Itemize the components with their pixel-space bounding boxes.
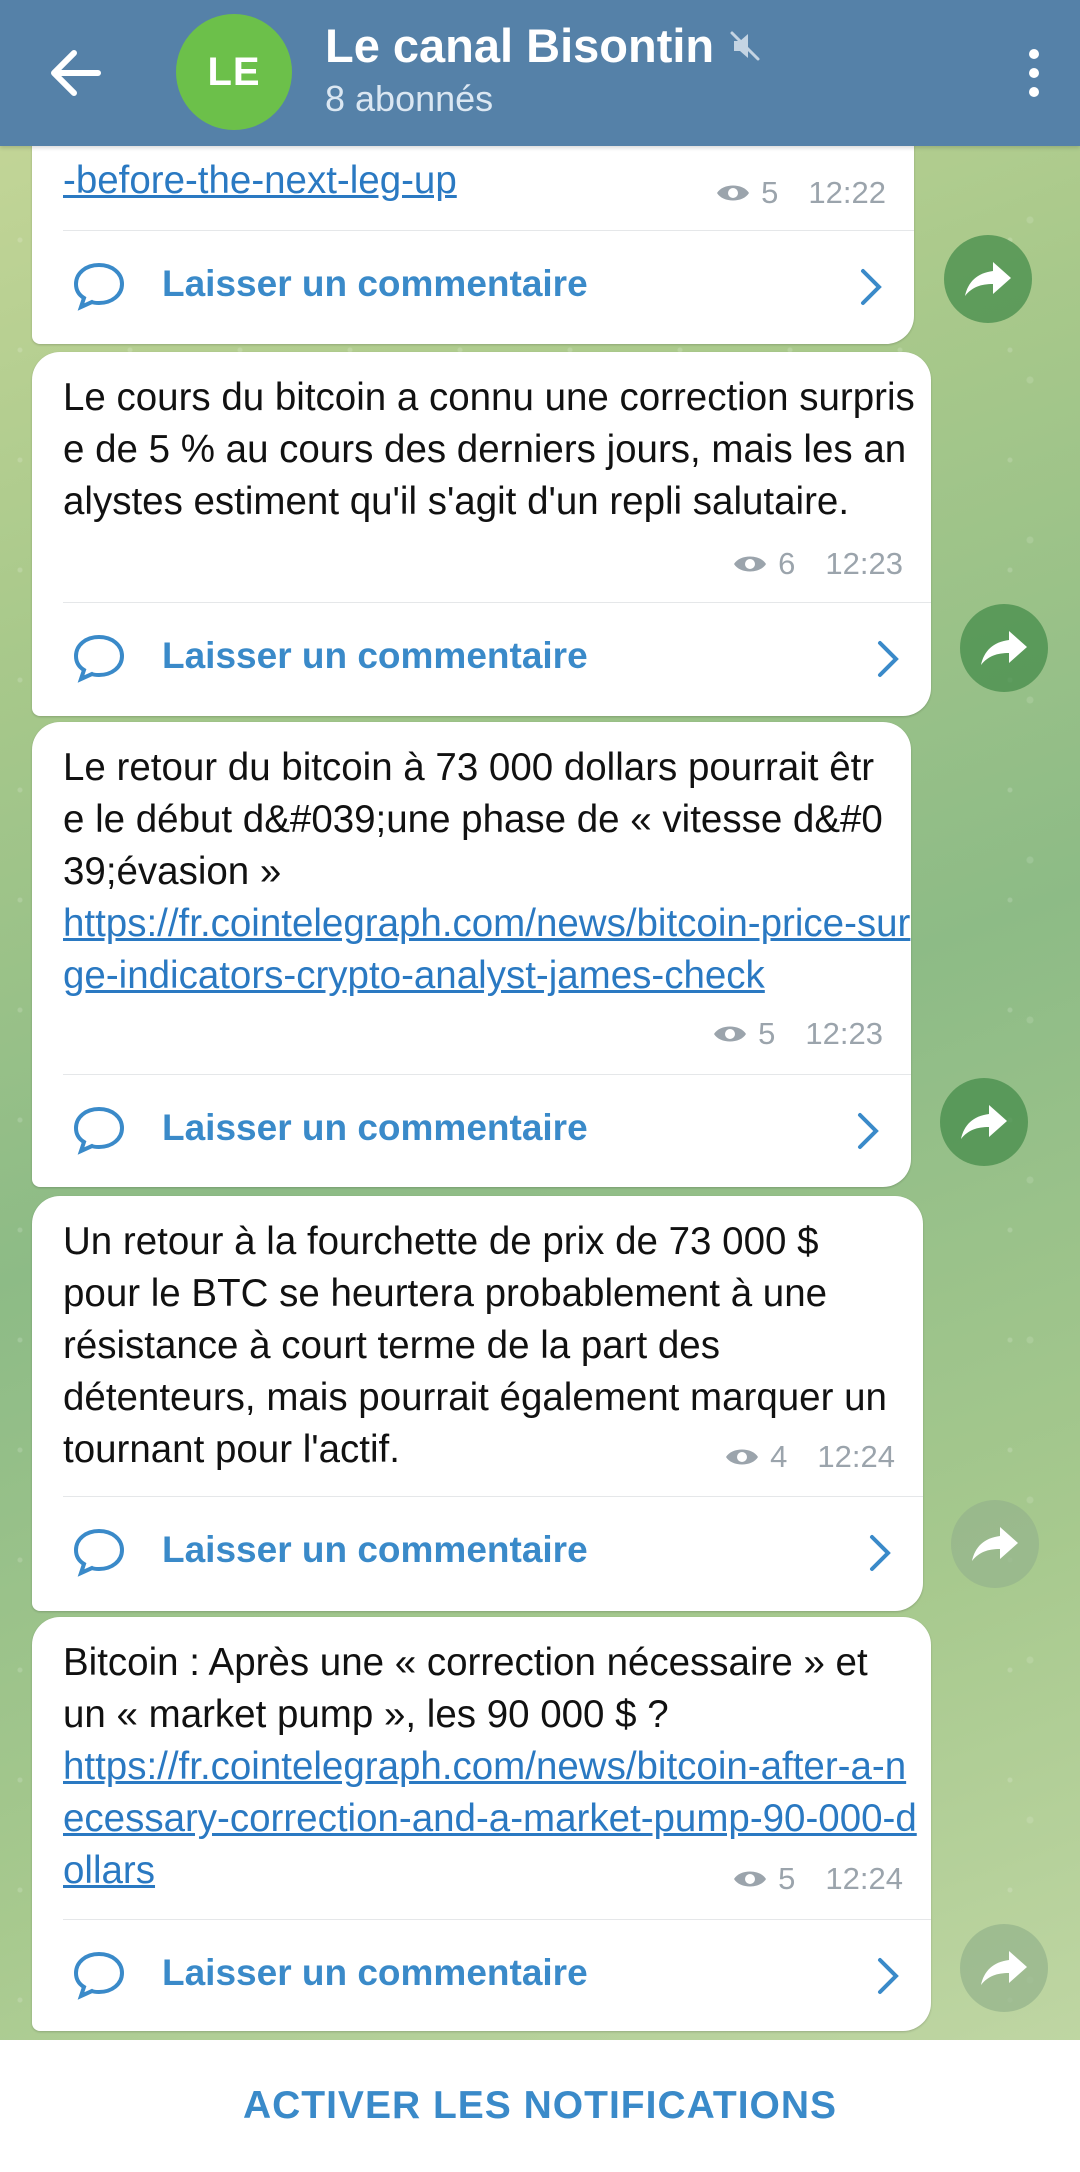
chevron-right-icon — [858, 1113, 879, 1149]
more-options-icon[interactable] — [1014, 38, 1054, 108]
message-meta: 5 12:22 — [715, 175, 886, 211]
leave-comment-button[interactable]: Laisser un commentaire — [32, 230, 914, 342]
subscriber-count: 8 abonnés — [325, 78, 494, 119]
leave-comment-button[interactable]: Laisser un commentaire — [32, 1074, 911, 1186]
views-icon — [734, 1871, 767, 1887]
view-count: 6 — [778, 546, 796, 581]
chevron-right-icon — [870, 1535, 891, 1571]
comment-label: Laisser un commentaire — [162, 1952, 588, 1993]
share-button[interactable] — [960, 604, 1048, 692]
leave-comment-button[interactable]: Laisser un commentaire — [32, 1919, 931, 2031]
message-meta: 5 12:23 — [712, 1016, 883, 1052]
channel-header: LE Le canal Bisontin 8 abonnés — [0, 0, 1080, 146]
back-arrow-icon[interactable] — [40, 38, 110, 108]
channel-avatar[interactable]: LE — [176, 14, 292, 130]
message-text: Bitcoin : Après une « correction nécessa… — [63, 1637, 923, 1897]
message-bubble[interactable]: Le cours du bitcoin a connu une correcti… — [32, 352, 931, 716]
comment-label: Laisser un commentaire — [162, 635, 588, 676]
bottom-bar: ACTIVER LES NOTIFICATIONS — [0, 2040, 1080, 2172]
message-bubble[interactable]: Le retour du bitcoin à 73 000 dollars po… — [32, 722, 911, 1187]
share-button[interactable] — [960, 1924, 1048, 2012]
views-icon — [726, 1449, 759, 1465]
message-body: Bitcoin : Après une « correction nécessa… — [63, 1641, 868, 1736]
chevron-right-icon — [861, 269, 882, 305]
message-text: Le retour du bitcoin à 73 000 dollars po… — [63, 742, 913, 1002]
share-arrow-icon — [981, 1951, 1027, 1985]
message-time: 12:22 — [808, 175, 886, 210]
share-button[interactable] — [940, 1078, 1028, 1166]
comment-icon — [73, 634, 125, 683]
view-count: 5 — [778, 1861, 796, 1896]
comment-icon — [73, 262, 125, 311]
message-time: 12:23 — [825, 546, 903, 581]
channel-name: Le canal Bisontin — [325, 19, 715, 72]
comment-icon — [73, 1528, 125, 1577]
comment-icon — [73, 1106, 125, 1155]
share-button[interactable] — [951, 1500, 1039, 1588]
message-time: 12:24 — [817, 1439, 895, 1474]
chevron-right-icon — [878, 1958, 899, 1994]
share-button[interactable] — [944, 235, 1032, 323]
message-link[interactable]: https://fr.cointelegraph.com/news/bitcoi… — [63, 902, 910, 997]
share-arrow-icon — [972, 1527, 1018, 1561]
chevron-right-icon — [878, 641, 899, 677]
view-count: 5 — [758, 1016, 776, 1051]
message-meta: 5 12:24 — [732, 1861, 903, 1897]
views-icon — [734, 556, 767, 572]
enable-notifications-button[interactable]: ACTIVER LES NOTIFICATIONS — [243, 2084, 837, 2128]
message-body: Le retour du bitcoin à 73 000 dollars po… — [63, 746, 883, 893]
message-bubble[interactable]: Un retour à la fourchette de prix de 73 … — [32, 1196, 923, 1611]
mute-icon — [730, 31, 760, 60]
views-icon — [717, 185, 750, 201]
comment-label: Laisser un commentaire — [162, 1107, 588, 1148]
message-text: Le cours du bitcoin a connu une correcti… — [63, 376, 915, 523]
view-count: 5 — [761, 175, 779, 210]
message-text: Un retour à la fourchette de prix de 73 … — [63, 1220, 887, 1471]
share-arrow-icon — [965, 262, 1011, 296]
message-time: 12:23 — [805, 1016, 883, 1051]
share-arrow-icon — [961, 1105, 1007, 1139]
share-arrow-icon — [981, 631, 1027, 665]
message-link[interactable]: -before-the-next-leg-up — [63, 159, 457, 202]
message-meta: 6 12:23 — [732, 546, 903, 582]
view-count: 4 — [770, 1439, 788, 1474]
message-time: 12:24 — [825, 1861, 903, 1896]
comment-label: Laisser un commentaire — [162, 263, 588, 304]
message-bubble[interactable]: Bitcoin : Après une « correction nécessa… — [32, 1617, 931, 2031]
channel-title[interactable]: Le canal Bisontin — [325, 18, 762, 73]
views-icon — [714, 1026, 747, 1042]
leave-comment-button[interactable]: Laisser un commentaire — [32, 602, 931, 714]
comment-icon — [73, 1951, 125, 2000]
comment-label: Laisser un commentaire — [162, 1529, 588, 1570]
leave-comment-button[interactable]: Laisser un commentaire — [32, 1496, 923, 1608]
message-meta: 4 12:24 — [724, 1439, 895, 1475]
